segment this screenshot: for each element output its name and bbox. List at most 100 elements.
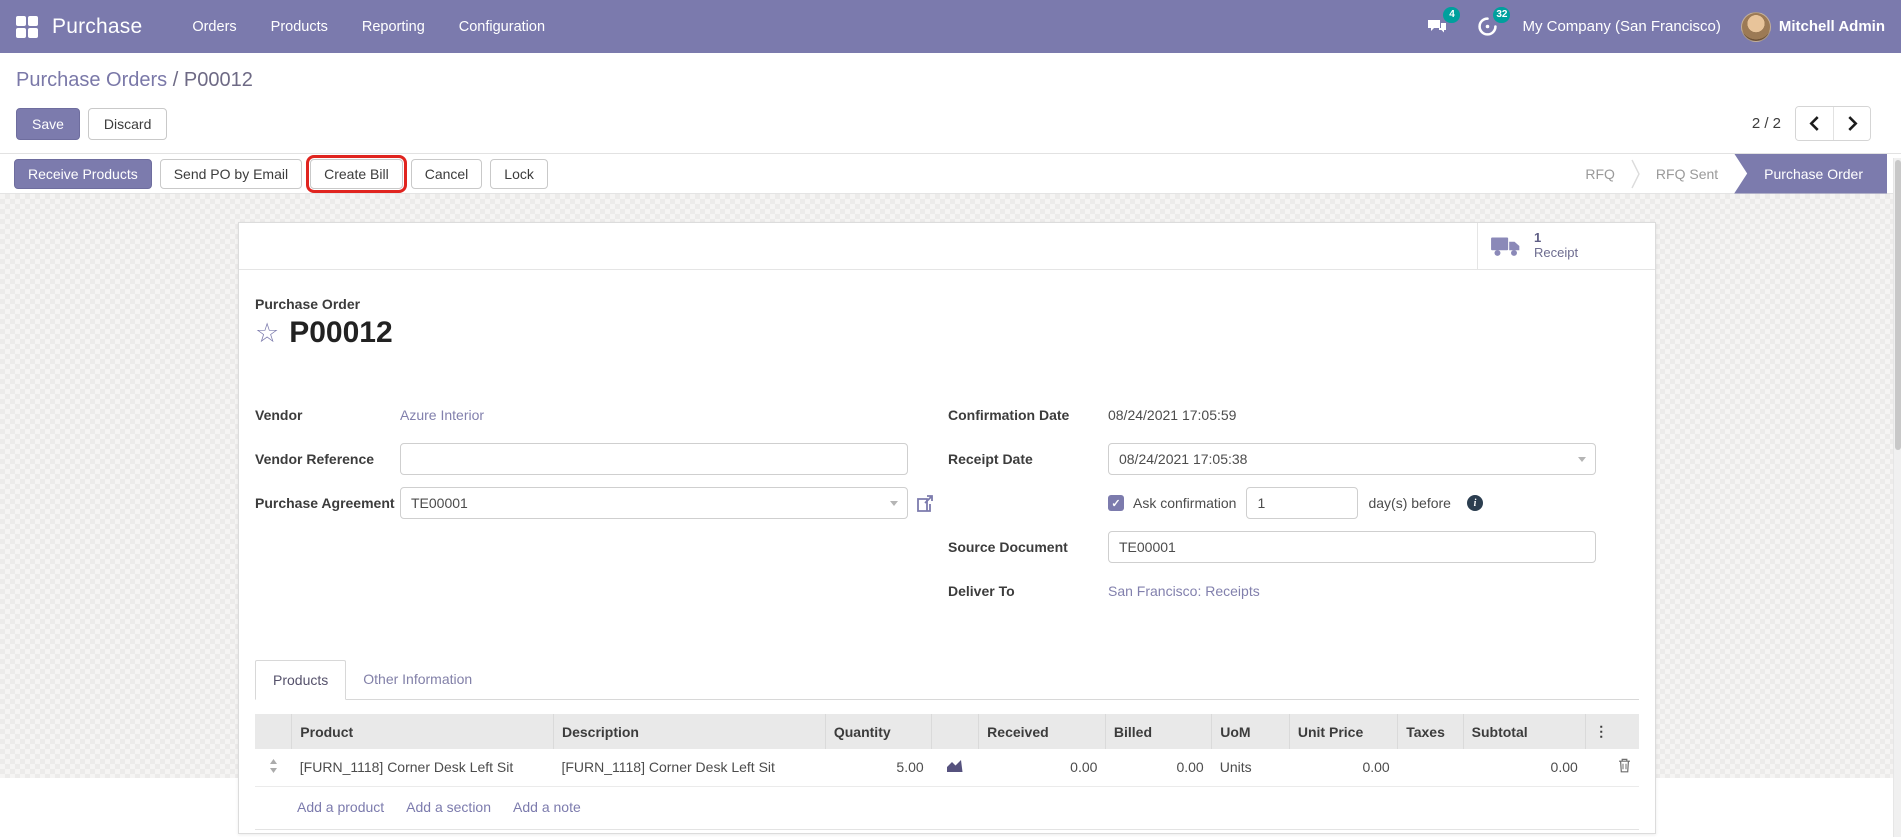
chevron-left-icon <box>1809 116 1819 131</box>
purchase-agreement-label: Purchase Agreement <box>255 495 395 511</box>
ask-confirmation-checkbox[interactable]: ✓ <box>1107 495 1124 511</box>
menu-products[interactable]: Products <box>257 11 342 43</box>
cell-quantity[interactable]: 5.00 <box>825 749 932 787</box>
receipt-label: Receipt <box>1534 245 1579 260</box>
col-taxes: Taxes <box>1397 714 1464 749</box>
create-bill-button[interactable]: Create Bill <box>306 154 407 193</box>
status-step-purchase-order-active[interactable]: Purchase Order <box>1734 153 1887 194</box>
send-po-by-email-button[interactable]: Send PO by Email <box>159 158 303 189</box>
receive-products-button[interactable]: Receive Products <box>14 158 152 189</box>
cell-uom[interactable]: Units <box>1211 749 1290 787</box>
receipt-stat-button[interactable]: 1 Receipt <box>1477 223 1655 269</box>
drag-handle-icon[interactable] <box>255 749 292 787</box>
statusbar: Receive Products Send PO by Email Create… <box>0 153 1901 194</box>
ask-confirmation-label: Ask confirmation <box>1132 495 1237 511</box>
status-step-rfq-sent[interactable]: RFQ Sent <box>1640 166 1734 182</box>
vendor-reference-input[interactable] <box>400 443 908 475</box>
add-a-section-link[interactable]: Add a section <box>406 799 491 815</box>
cell-product[interactable]: [FURN_1118] Corner Desk Left Sit <box>291 749 554 787</box>
receipt-count: 1 <box>1534 230 1542 246</box>
menu-orders[interactable]: Orders <box>178 11 250 43</box>
col-received: Received <box>978 714 1106 749</box>
col-description: Description <box>552 714 826 749</box>
user-menu[interactable]: Mitchell Admin <box>1740 11 1885 42</box>
optional-columns-icon[interactable]: ⋮ <box>1585 714 1639 749</box>
col-uom: UoM <box>1211 714 1290 749</box>
purchase-order-sheet: 1 Receipt Purchase Order ☆ P00012 Vendor… <box>238 222 1656 834</box>
chevron-right-icon <box>1847 116 1858 131</box>
col-billed: Billed <box>1104 714 1212 749</box>
nav-menu: Orders Products Reporting Configuration <box>178 11 559 43</box>
vendor-label: Vendor <box>255 407 303 423</box>
activities-icon[interactable]: 32 <box>1472 6 1511 40</box>
col-quantity: Quantity <box>824 714 932 749</box>
form-view-background: 1 Receipt Purchase Order ☆ P00012 Vendor… <box>0 194 1901 834</box>
table-header-row: Product Description Quantity Received Bi… <box>255 714 1639 749</box>
tab-other-information[interactable]: Other Information <box>346 660 489 699</box>
cancel-button[interactable]: Cancel <box>410 158 483 189</box>
vendor-reference-label: Vendor Reference <box>255 451 375 467</box>
activities-badge: 32 <box>1493 6 1511 23</box>
add-a-product-link[interactable]: Add a product <box>297 799 384 815</box>
source-document-label: Source Document <box>947 539 1068 555</box>
cell-taxes[interactable] <box>1397 749 1464 787</box>
top-nav: Purchase Orders Products Reporting Confi… <box>0 0 1901 53</box>
vertical-scrollbar[interactable] <box>1893 158 1901 837</box>
deliver-to-value-link[interactable]: San Francisco: Receipts <box>1108 583 1260 599</box>
status-steps: RFQ RFQ Sent Purchase Order <box>1569 153 1887 194</box>
status-step-rfq[interactable]: RFQ <box>1569 166 1631 182</box>
purchase-agreement-input[interactable] <box>400 487 908 519</box>
breadcrumb: Purchase Orders / P00012 <box>16 69 1885 92</box>
messages-icon[interactable]: 4 <box>1422 6 1461 40</box>
favorite-star-icon[interactable]: ☆ <box>255 319 279 347</box>
receipt-date-label: Receipt Date <box>947 451 1033 467</box>
cell-unit-price[interactable]: 0.00 <box>1289 749 1398 787</box>
line-add-links: Add a product Add a section Add a note <box>255 787 1639 830</box>
pager-next-button[interactable] <box>1833 107 1870 140</box>
breadcrumb-parent[interactable]: Purchase Orders <box>16 69 167 91</box>
document-name: P00012 <box>289 316 393 349</box>
user-name: Mitchell Admin <box>1778 18 1885 35</box>
document-type-label: Purchase Order <box>255 296 361 312</box>
confirmation-date-value: 08/24/2021 17:05:59 <box>1107 407 1237 423</box>
cell-description[interactable]: [FURN_1118] Corner Desk Left Sit <box>553 749 826 787</box>
add-a-note-link[interactable]: Add a note <box>513 799 581 815</box>
info-icon: i <box>1466 495 1483 511</box>
breadcrumb-current: P00012 <box>183 69 253 91</box>
truck-icon <box>1491 237 1520 256</box>
deliver-to-label: Deliver To <box>947 583 1015 599</box>
save-button[interactable]: Save <box>16 107 80 140</box>
pager-count[interactable]: 2 / 2 <box>1752 115 1781 132</box>
notebook-tabs: Products Other Information <box>255 660 1639 700</box>
cell-subtotal[interactable]: 0.00 <box>1463 749 1586 787</box>
pager-previous-button[interactable] <box>1796 107 1833 140</box>
external-link-icon[interactable] <box>916 494 935 513</box>
confirmation-date-label: Confirmation Date <box>947 407 1070 423</box>
tab-products[interactable]: Products <box>255 660 347 700</box>
cell-received[interactable]: 0.00 <box>978 749 1106 787</box>
receipt-date-input[interactable] <box>1107 443 1596 475</box>
cell-billed[interactable]: 0.00 <box>1105 749 1212 787</box>
menu-reporting[interactable]: Reporting <box>348 11 439 43</box>
forecast-chart-icon[interactable] <box>931 749 979 787</box>
days-before-suffix: day(s) before <box>1368 495 1451 511</box>
company-switcher[interactable]: My Company (San Francisco) <box>1522 18 1720 35</box>
dropdown-caret-icon[interactable] <box>890 500 898 506</box>
breadcrumb-separator: / <box>172 69 179 91</box>
stat-button-strip: 1 Receipt <box>239 223 1655 270</box>
avatar <box>1740 11 1771 42</box>
apps-grid-icon[interactable] <box>16 15 38 38</box>
source-document-input[interactable] <box>1107 531 1596 563</box>
lock-button[interactable]: Lock <box>490 158 548 189</box>
col-subtotal: Subtotal <box>1462 714 1586 749</box>
datepicker-caret-icon[interactable] <box>1577 456 1586 462</box>
status-step-separator-icon <box>1631 159 1640 189</box>
menu-configuration[interactable]: Configuration <box>445 11 559 43</box>
order-lines-table: Product Description Quantity Received Bi… <box>255 714 1639 787</box>
vendor-value-link[interactable]: Azure Interior <box>400 407 484 423</box>
discard-button[interactable]: Discard <box>87 107 168 140</box>
days-before-input[interactable] <box>1246 487 1359 519</box>
scrollbar-thumb[interactable] <box>1895 160 1901 450</box>
table-row[interactable]: [FURN_1118] Corner Desk Left Sit [FURN_1… <box>255 749 1639 787</box>
delete-row-icon[interactable] <box>1585 749 1639 787</box>
